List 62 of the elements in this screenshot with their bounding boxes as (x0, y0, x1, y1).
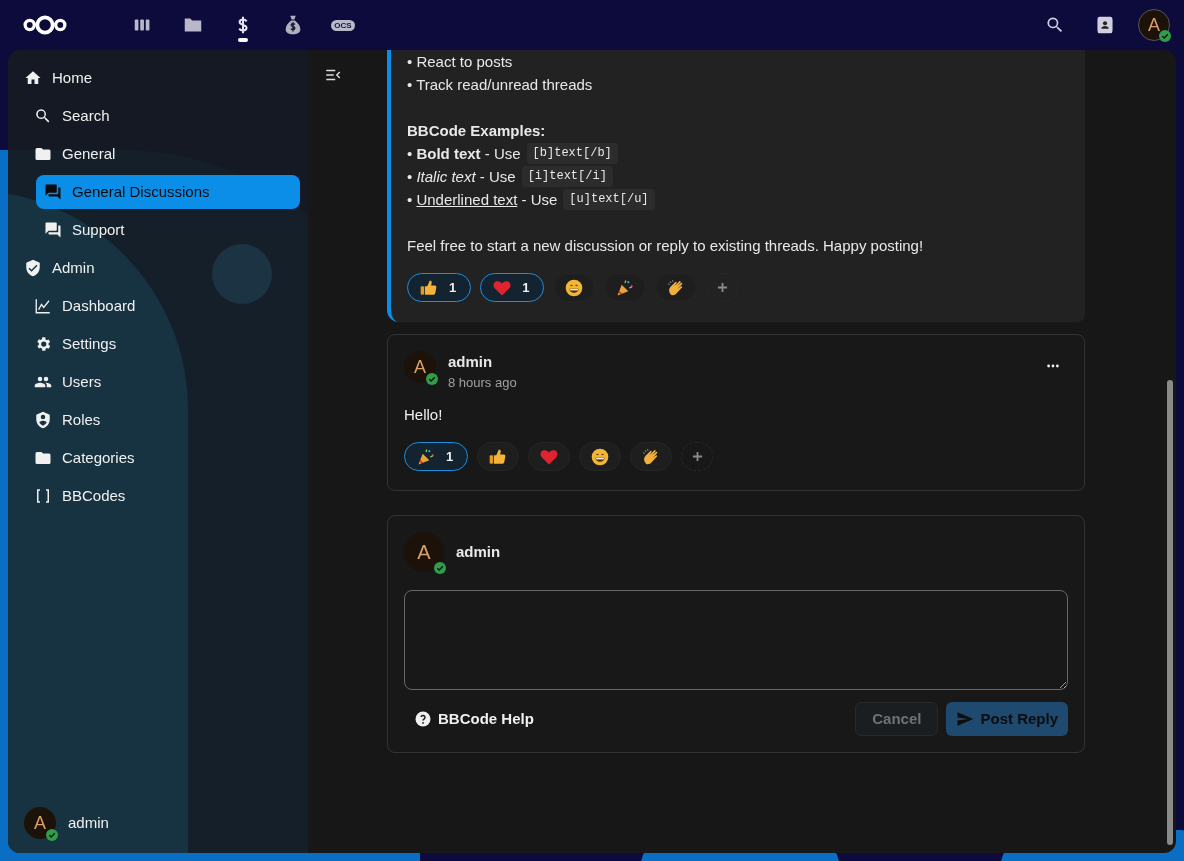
grinning-face-icon (590, 446, 611, 467)
code-snippet: [b]text[/b] (526, 143, 618, 164)
sidebar-item[interactable]: Support (36, 213, 300, 247)
paragraph: Feel free to start a new discussion or reply to existing threads. Happy posting! (407, 236, 925, 256)
send-icon (956, 710, 975, 728)
online-status-icon (46, 829, 58, 841)
sidebar-item[interactable]: Settings (26, 327, 300, 361)
party-popper-icon (416, 446, 436, 467)
search-icon (1045, 15, 1065, 35)
online-status-icon (1159, 30, 1171, 42)
list-item-text: • Underlined text - Use (407, 190, 558, 210)
code-snippet: [i]text[/i] (521, 166, 613, 187)
cancel-button: Cancel (855, 702, 939, 736)
reply-text-field[interactable] (404, 590, 1068, 690)
sidebar-item[interactable]: Home (16, 61, 300, 95)
sidebar-item[interactable]: Categories (26, 441, 300, 475)
code-snippet: [u]text[/u] (563, 189, 655, 210)
sidebar-item[interactable]: Admin (16, 251, 300, 285)
bbcode-help-button[interactable]: BBCode Help (404, 702, 544, 736)
heading: BBCode Examples: (407, 121, 547, 141)
reaction-button[interactable]: 1 (480, 273, 545, 302)
avatar: A (404, 351, 436, 383)
avatar: A (404, 532, 444, 572)
chat-bubbles-icon (44, 183, 62, 201)
app-button[interactable]: OCS (318, 0, 368, 50)
sidebar-item[interactable]: Dashboard (26, 289, 300, 323)
sidebar-item[interactable]: General Discussions (36, 175, 300, 209)
sidebar-item[interactable]: Users (26, 365, 300, 399)
plus-icon (716, 282, 728, 293)
paragraph: • Track read/unread threads (407, 75, 594, 95)
reaction-button[interactable]: 1 (404, 442, 469, 471)
reaction-button[interactable] (477, 442, 520, 471)
online-status-icon (434, 562, 446, 574)
plus-icon (691, 451, 703, 462)
folder-icon (34, 145, 52, 163)
sidebar-item[interactable]: Roles (26, 403, 300, 437)
shield-check-icon (24, 259, 42, 277)
grinning-face-icon (564, 277, 585, 298)
help-icon (414, 710, 432, 728)
shield-person-icon (34, 411, 52, 429)
sidebar-item[interactable]: General (26, 137, 300, 171)
author-name: admin (456, 541, 501, 562)
paragraph: Hello! (404, 405, 444, 425)
brackets-icon (34, 487, 52, 505)
author-name: admin (448, 352, 494, 372)
line-chart-icon (34, 297, 52, 315)
reaction-button[interactable] (630, 442, 673, 471)
chat-bubbles-icon (44, 221, 62, 239)
timestamp: 8 hours ago (448, 374, 518, 392)
search-icon (34, 107, 52, 125)
home-icon (24, 69, 42, 87)
sidebar-item[interactable]: Search (26, 99, 300, 133)
reaction-button[interactable]: 1 (407, 273, 472, 302)
sidebar-item[interactable]: BBCodes (26, 479, 300, 513)
online-status-icon (426, 373, 438, 385)
user-menu-button[interactable]: A (1138, 9, 1170, 41)
list-item-text: • Bold text - Use (407, 144, 521, 164)
paragraph: • React to posts (407, 52, 514, 72)
party-popper-icon (615, 277, 636, 298)
reaction-button[interactable] (579, 442, 622, 471)
list-item-text: • Italic text - Use (407, 167, 516, 187)
user-name: admin (68, 812, 109, 833)
